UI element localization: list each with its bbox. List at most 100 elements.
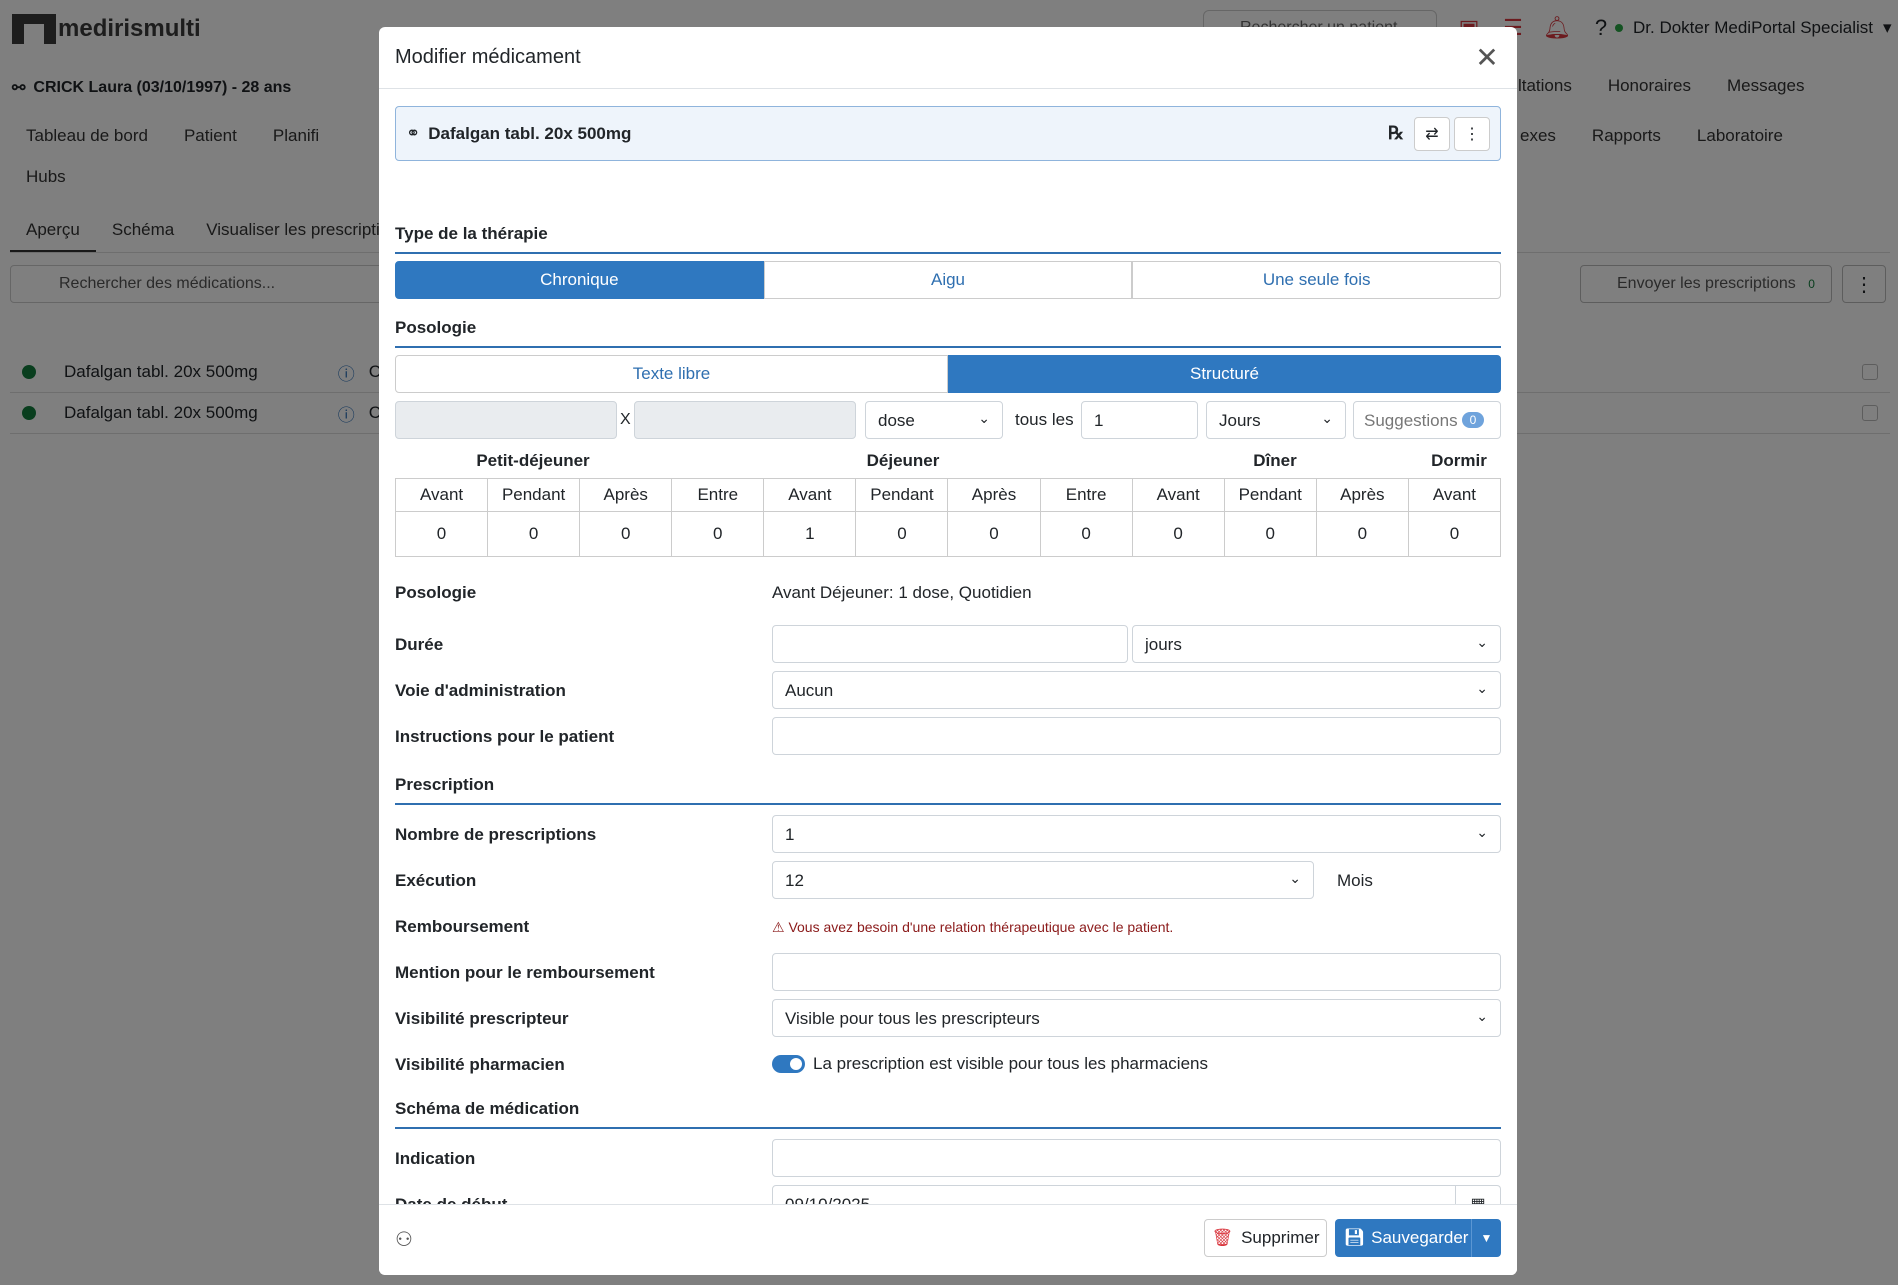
every-label: tous les: [1015, 410, 1074, 429]
quantity-cell[interactable]: 0: [1315, 511, 1409, 557]
indication-row: Indication: [395, 1139, 1501, 1177]
prescriber-visibility-select[interactable]: Visible pour tous les prescripteurs ⌄: [772, 999, 1501, 1037]
execution-row: Exécution 12 ⌄ Mois: [395, 861, 1501, 899]
meal-lunch-header: Déjeuner: [866, 451, 940, 470]
quantity-cell[interactable]: 0: [855, 511, 949, 557]
delete-button[interactable]: 🗑︎ Supprimer: [1204, 1219, 1327, 1257]
duration-unit-value: jours: [1145, 635, 1182, 654]
duration-label: Durée: [395, 635, 444, 654]
chevron-down-icon: ⌄: [1289, 870, 1301, 886]
quantity-cell[interactable]: 0: [1131, 511, 1225, 557]
user-settings-icon[interactable]: ⚇: [395, 1227, 413, 1252]
suggestions-button[interactable]: Suggestions 0: [1353, 401, 1501, 439]
pharmacist-visibility-row: Visibilité pharmacien La prescription es…: [395, 1045, 1501, 1083]
suggestions-count: 0: [1461, 412, 1485, 428]
quantity-cell[interactable]: 0: [395, 511, 489, 557]
quantity-cell[interactable]: 0: [947, 511, 1041, 557]
posology-section-title: Posologie: [395, 318, 1501, 348]
therapy-once-button[interactable]: Une seule fois: [1132, 261, 1501, 299]
modal-footer: ⚇ 🗑︎ Supprimer 💾︎ Sauvegarder ▼: [379, 1204, 1517, 1275]
posology-mode-selector: Texte libre Structuré: [395, 355, 1501, 393]
delete-label: Supprimer: [1241, 1228, 1320, 1247]
reimbursement-mention-label: Mention pour le remboursement: [395, 963, 655, 982]
reimbursement-mention-input[interactable]: [772, 953, 1501, 991]
duration-row: Durée jours ⌄: [395, 625, 1501, 663]
execution-unit: Mois: [1337, 871, 1373, 890]
dose-quantity-input[interactable]: [395, 401, 617, 439]
nb-prescriptions-value: 1: [785, 825, 795, 844]
reimbursement-warning-text: Vous avez besoin d'une relation thérapeu…: [788, 919, 1174, 935]
frequency-input[interactable]: 1: [1081, 401, 1198, 439]
reimbursement-label: Remboursement: [395, 917, 530, 936]
modal-title: Modifier médicament: [395, 46, 581, 68]
execution-label: Exécution: [395, 871, 477, 890]
suggestions-label: Suggestions: [1364, 411, 1458, 430]
drug-more-button[interactable]: ⋮: [1454, 116, 1490, 151]
dose-unit-select[interactable]: dose ⌄: [865, 401, 1003, 439]
nb-prescriptions-select[interactable]: 1 ⌄: [772, 815, 1501, 853]
chevron-down-icon: ⌄: [1321, 410, 1333, 426]
drug-actions: ℞ ⇄ ⋮: [1388, 116, 1490, 151]
posology-summary-label: Posologie: [395, 583, 477, 602]
quantity-cell[interactable]: 1: [763, 511, 857, 557]
moment-header-row: Avant Pendant Après Entre Avant Pendant …: [395, 478, 1501, 512]
duration-input[interactable]: [772, 625, 1128, 663]
pills-icon: ⚭: [406, 123, 421, 143]
save-label: Sauvegarder: [1371, 1228, 1469, 1247]
instructions-label: Instructions pour le patient: [395, 727, 615, 746]
meal-breakfast-header: Petit-déjeuner: [476, 451, 590, 470]
schema-section-title: Schéma de médication: [395, 1099, 1501, 1129]
indication-input[interactable]: [772, 1139, 1501, 1177]
duration-unit-select[interactable]: jours ⌄: [1132, 625, 1501, 663]
moment-header: Avant: [1407, 478, 1501, 512]
rx-icon[interactable]: ℞: [1388, 123, 1404, 144]
quantity-cell[interactable]: 0: [671, 511, 765, 557]
chevron-down-icon: ⌄: [1476, 1008, 1488, 1024]
moment-header: Avant: [1131, 478, 1225, 512]
moment-header: Après: [947, 478, 1041, 512]
save-button-group: 💾︎ Sauvegarder ▼: [1335, 1219, 1501, 1257]
replace-drug-button[interactable]: ⇄: [1414, 116, 1450, 151]
moment-header: Après: [579, 478, 673, 512]
times-label: X: [620, 411, 631, 428]
period-unit-select[interactable]: Jours ⌄: [1206, 401, 1346, 439]
pharmacist-visibility-label: Visibilité pharmacien: [395, 1055, 565, 1074]
route-value: Aucun: [785, 681, 834, 700]
reimbursement-warning: ⚠ Vous avez besoin d'une relation thérap…: [772, 919, 1173, 936]
moment-header: Avant: [395, 478, 489, 512]
frequency-value: 1: [1094, 411, 1104, 430]
therapy-chronic-button[interactable]: Chronique: [395, 261, 764, 299]
quantity-cell[interactable]: 0: [1223, 511, 1317, 557]
save-button[interactable]: 💾︎ Sauvegarder: [1335, 1228, 1471, 1248]
chevron-down-icon: ⌄: [1476, 680, 1488, 696]
chevron-down-icon: ⌄: [1476, 634, 1488, 650]
dose-multiplier-input[interactable]: [634, 401, 856, 439]
moment-header: Entre: [671, 478, 765, 512]
modal-body: ⚭ Dafalgan tabl. 20x 500mg ℞ ⇄ ⋮ Type de…: [395, 89, 1501, 1232]
meal-dinner-header: Dîner: [1253, 451, 1297, 470]
posology-summary-value: Avant Déjeuner: 1 dose, Quotidien: [772, 583, 1032, 602]
execution-select[interactable]: 12 ⌄: [772, 861, 1314, 899]
dose-row: X dose ⌄ tous les 1 Jours ⌄ Suggestions 0: [395, 401, 1501, 439]
floppy-icon: 💾︎: [1343, 1228, 1366, 1247]
route-select[interactable]: Aucun ⌄: [772, 671, 1501, 709]
route-label: Voie d'administration: [395, 681, 566, 700]
posology-structured-button[interactable]: Structuré: [948, 355, 1501, 393]
moment-header: Pendant: [1223, 478, 1317, 512]
therapy-acute-button[interactable]: Aigu: [763, 261, 1133, 299]
posology-free-text-button[interactable]: Texte libre: [395, 355, 948, 393]
quantity-cell[interactable]: 0: [1407, 511, 1501, 557]
pharmacist-visibility-toggle[interactable]: [772, 1055, 805, 1073]
instructions-row: Instructions pour le patient: [395, 717, 1501, 755]
edit-medication-modal: Modifier médicament ✕ ⚭ Dafalgan tabl. 2…: [379, 27, 1517, 1275]
chevron-down-icon: ⌄: [978, 410, 990, 426]
moment-header: Après: [1315, 478, 1409, 512]
quantity-cell[interactable]: 0: [487, 511, 581, 557]
prescriber-visibility-value: Visible pour tous les prescripteurs: [785, 1009, 1040, 1028]
save-options-caret[interactable]: ▼: [1471, 1219, 1501, 1257]
instructions-input[interactable]: [772, 717, 1501, 755]
quantity-cell[interactable]: 0: [579, 511, 673, 557]
quantity-cell[interactable]: 0: [1039, 511, 1133, 557]
close-icon[interactable]: ✕: [1473, 42, 1501, 73]
modal-header: Modifier médicament ✕: [379, 27, 1517, 89]
